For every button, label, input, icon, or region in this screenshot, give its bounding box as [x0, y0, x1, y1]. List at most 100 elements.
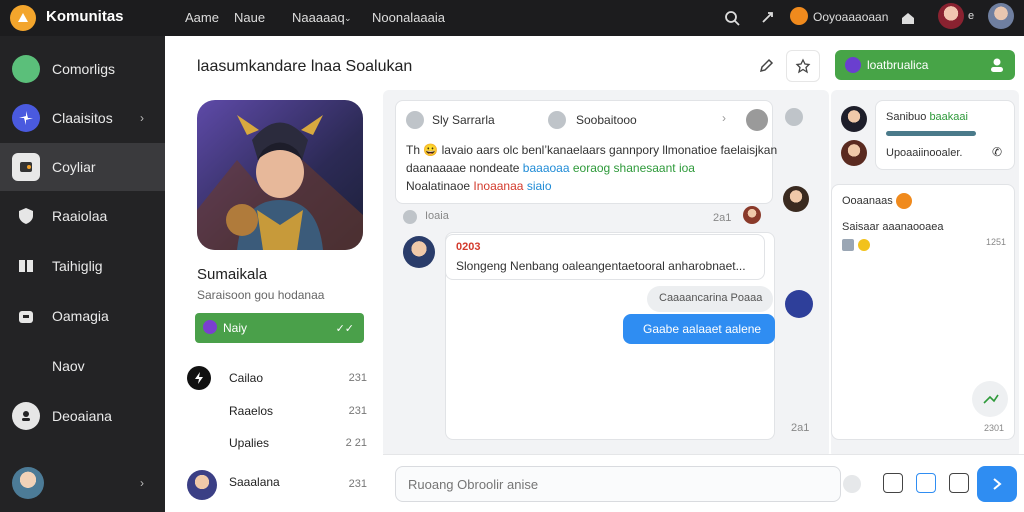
- bolt-icon: [187, 366, 211, 390]
- check-badge: ✓✓: [335, 323, 354, 335]
- sidebar-item-7[interactable]: Naov: [0, 342, 165, 390]
- message-line-1: Th 😀 lavaio aars olc benl’kanaelaars gan…: [406, 143, 778, 157]
- contact-card[interactable]: Sanibuo baakaai Upoaaiinooaler. ✆: [875, 100, 1015, 170]
- document-icon[interactable]: [949, 473, 969, 493]
- send-button[interactable]: [977, 466, 1017, 502]
- chat-thread: Sly Sarrarla Soobaitooo › Th 😀 lavaio aa…: [383, 90, 829, 458]
- sidebar-item-label: Comorligs: [52, 61, 116, 77]
- chevron-right-icon[interactable]: ›: [722, 111, 726, 125]
- notif-text: e: [968, 10, 975, 22]
- message-time: 2a1: [791, 422, 810, 434]
- arrow-icon[interactable]: [972, 381, 1008, 417]
- sent-message-bubble[interactable]: Gaabe aalaaet aalene: [623, 314, 775, 344]
- image-icon[interactable]: [883, 473, 903, 493]
- group-time: 1251: [986, 237, 1007, 247]
- app-logo-icon[interactable]: [10, 5, 36, 31]
- profile-action-button[interactable]: Naiy ✓✓: [195, 313, 364, 343]
- profile-cover-image[interactable]: [197, 100, 363, 250]
- book-icon: [12, 252, 40, 280]
- list-item[interactable]: Upalies 2 21: [187, 431, 367, 455]
- meta-time: 2a1: [713, 212, 732, 224]
- message-input[interactable]: [395, 466, 841, 502]
- refresh-icon[interactable]: [785, 108, 803, 126]
- attachment-icon: [842, 239, 854, 251]
- message-line-2: daanaaaae nondeate baaaoaa eoraog shanes…: [406, 161, 695, 175]
- app-name: Komunitas: [46, 8, 124, 25]
- sidebar-item-4[interactable]: Raaiolaa: [0, 192, 165, 240]
- list-item[interactable]: Saaalana 231: [187, 470, 367, 500]
- sidebar-profile[interactable]: ›: [0, 459, 165, 507]
- game-icon: [203, 320, 217, 334]
- phone-icon[interactable]: ✆: [992, 145, 1002, 159]
- avatar: [187, 470, 217, 500]
- chevron-down-icon[interactable]: ⌄: [344, 13, 352, 24]
- list-item-time: 231: [348, 405, 367, 417]
- list-item[interactable]: Raaelos 231: [187, 399, 367, 423]
- avatar[interactable]: [938, 3, 964, 29]
- message-body: Slongeng Nenbang oaleangentaetooral anha…: [456, 259, 746, 273]
- user-icon: [991, 58, 1003, 72]
- message-card[interactable]: Sly Sarrarla Soobaitooo › Th 😀 lavaio aa…: [395, 100, 777, 204]
- sidebar-item-5[interactable]: Taihiglig: [0, 242, 165, 290]
- group-bottom-time: 2301: [984, 423, 1005, 433]
- profile-action-label: Naiy: [223, 321, 248, 335]
- list-item-time: 2 21: [345, 437, 367, 449]
- sidebar-item-6[interactable]: Oamagia: [0, 292, 165, 340]
- sidebar: Comorligs Claaisitos › Coyliar Raaiolaa …: [0, 36, 165, 512]
- sidebar-item-8[interactable]: Deoaiana: [0, 392, 165, 440]
- avatar: [783, 186, 809, 212]
- message-bubble[interactable]: 0203 Slongeng Nenbang oaleangentaetooral…: [445, 234, 765, 280]
- star-icon[interactable]: [786, 50, 820, 82]
- profile-icon: [12, 55, 40, 83]
- composer: [383, 454, 1024, 512]
- avatar: [12, 467, 44, 499]
- home-icon[interactable]: [898, 8, 918, 28]
- sidebar-item-label: Taihiglig: [52, 258, 103, 274]
- user-icon: [548, 111, 566, 129]
- sidebar-item-label: Naov: [52, 358, 85, 374]
- sidebar-item-3[interactable]: Coyliar: [0, 143, 165, 191]
- edit-icon[interactable]: [749, 50, 783, 82]
- list-item[interactable]: Cailao 231: [187, 366, 367, 390]
- sidebar-item-2[interactable]: Claaisitos ›: [0, 94, 165, 142]
- avatar[interactable]: [988, 3, 1014, 29]
- list-item-label: Upalies: [229, 436, 270, 450]
- primary-action-button[interactable]: loatbrualica: [835, 50, 1015, 80]
- avatar: [746, 109, 768, 131]
- list-item-label: Saaalana: [229, 475, 280, 489]
- profile-name: Sumaikala: [197, 266, 268, 283]
- user-icon: [406, 111, 424, 129]
- link-icon[interactable]: [757, 8, 777, 28]
- reply-pill-label: Caaaancarina Poaaa: [659, 292, 763, 304]
- nav-item-3[interactable]: Naaaaaq: [292, 10, 345, 25]
- group-card[interactable]: Ooaanaas Saisaar aaanaooaea 1251 2301: [831, 184, 1015, 440]
- sidebar-item-label: Deoaiana: [52, 408, 112, 424]
- sidebar-item-label: Coyliar: [52, 159, 96, 175]
- list-item-time: 231: [348, 372, 367, 384]
- reply-pill[interactable]: Caaaancarina Poaaa: [647, 286, 773, 312]
- shield-icon: [12, 202, 40, 230]
- user-icon: [12, 402, 40, 430]
- meta-label: Ioaia: [425, 210, 449, 222]
- sidebar-item-1[interactable]: Comorligs: [0, 45, 165, 93]
- sidebar-item-label: Raaiolaa: [52, 208, 108, 224]
- user-name[interactable]: Ooyoaaaoaan: [813, 10, 888, 24]
- emoji-icon: [858, 239, 870, 251]
- search-icon[interactable]: [722, 8, 742, 28]
- top-bar: Komunitas Aame Naue Naaaaaq ⌄ Noonalaaai…: [0, 0, 1024, 36]
- chevron-right-icon[interactable]: ›: [140, 476, 144, 490]
- avatar: [785, 290, 813, 318]
- fire-icon: [896, 193, 912, 209]
- emoji-icon[interactable]: [843, 475, 861, 493]
- nav-item-1[interactable]: Aame: [185, 10, 219, 25]
- list-item-label: Cailao: [229, 371, 264, 385]
- right-panel: Sanibuo baakaai Upoaaiinooaler. ✆ Ooaana…: [783, 90, 1019, 458]
- gallery-icon[interactable]: [916, 473, 936, 493]
- group-title: Ooaanaas: [842, 195, 893, 207]
- nav-item-2[interactable]: Naue: [234, 10, 265, 25]
- bag-icon: [12, 302, 40, 330]
- avatar: [841, 106, 867, 132]
- sidebar-item-label: Claaisitos: [52, 110, 113, 126]
- nav-item-4[interactable]: Noonalaaaia: [372, 10, 445, 25]
- user-status-icon[interactable]: [790, 7, 808, 25]
